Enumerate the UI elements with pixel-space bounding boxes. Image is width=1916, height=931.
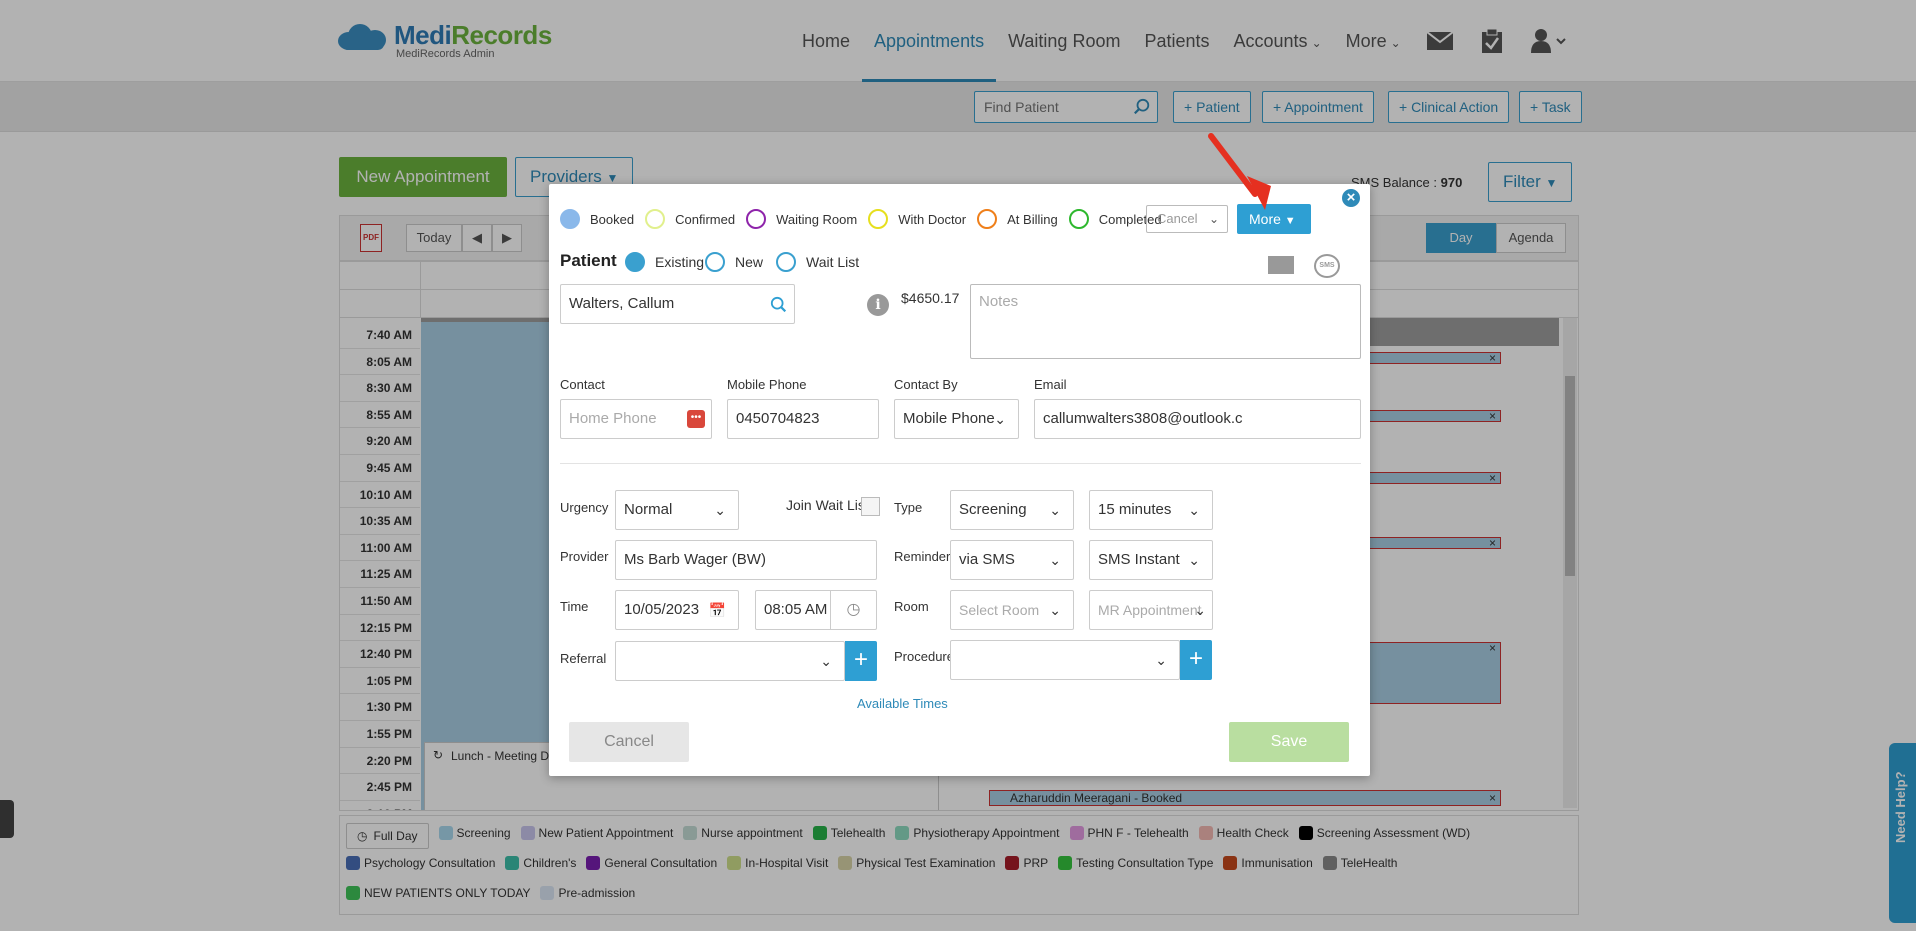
patient-type-wait-list[interactable]: Wait List xyxy=(776,252,859,272)
provider-field[interactable]: Ms Barb Wager (BW) xyxy=(615,540,877,580)
time-label: Time xyxy=(560,599,589,614)
contact-by-value: Mobile Phone xyxy=(903,410,995,427)
radio-label: New xyxy=(735,254,764,270)
join-wait-list-label: Join Wait List xyxy=(786,497,869,513)
patient-search-field[interactable]: Walters, Callum xyxy=(560,284,795,324)
status-label: With Doctor xyxy=(898,211,967,227)
home-phone-placeholder: Home Phone xyxy=(569,410,657,427)
status-booked[interactable]: Booked xyxy=(560,209,634,229)
status-label: Booked xyxy=(590,211,635,227)
save-button[interactable]: Save xyxy=(1229,722,1349,762)
status-waiting-room[interactable]: Waiting Room xyxy=(746,209,857,229)
room-label: Room xyxy=(894,599,929,614)
clock-icon[interactable]: ◷ xyxy=(830,591,876,629)
status-radio[interactable] xyxy=(560,209,580,229)
room-type-value: MR Appointment xyxy=(1098,602,1202,618)
date-field[interactable]: 10/05/2023 📅 xyxy=(615,590,739,630)
mobile-phone-label: Mobile Phone xyxy=(727,377,807,392)
chevron-down-icon: ⌄ xyxy=(1155,652,1167,668)
room-type-select[interactable]: MR Appointment ⌄ xyxy=(1089,590,1213,630)
date-value: 10/05/2023 xyxy=(624,601,700,618)
email-field[interactable]: callumwalters3808@outlook.c xyxy=(1034,399,1361,439)
red-arrow-annotation xyxy=(1208,133,1271,210)
join-wait-list-checkbox[interactable] xyxy=(861,497,880,516)
available-times-link[interactable]: Available Times xyxy=(857,696,948,711)
sms-icon[interactable]: SMS xyxy=(1314,254,1340,278)
radio-button[interactable] xyxy=(776,252,796,272)
chevron-down-icon: ▼ xyxy=(1284,215,1296,227)
chevron-down-icon: ⌄ xyxy=(820,653,832,669)
info-icon[interactable]: i xyxy=(867,294,889,316)
type-select[interactable]: Screening ⌄ xyxy=(950,490,1074,530)
status-radio[interactable] xyxy=(645,209,666,229)
reminder-label: Reminder xyxy=(894,549,951,564)
type-label: Type xyxy=(894,500,923,515)
mobile-phone-field[interactable]: 0450704823 xyxy=(727,399,879,439)
room-select[interactable]: Select Room ⌄ xyxy=(950,590,1074,630)
home-phone-field[interactable]: Home Phone ••• xyxy=(560,399,712,439)
radio-button[interactable] xyxy=(625,252,645,272)
urgency-label: Urgency xyxy=(560,500,609,515)
urgency-select[interactable]: Normal ⌄ xyxy=(615,490,739,530)
provider-label: Provider xyxy=(560,549,609,564)
chevron-down-icon: ⌄ xyxy=(1049,602,1061,618)
add-procedure-button[interactable]: + xyxy=(1180,640,1212,680)
email-icon[interactable] xyxy=(1268,256,1294,274)
status-label: Waiting Room xyxy=(776,211,858,227)
chevron-down-icon: ⌄ xyxy=(994,411,1006,427)
email-label: Email xyxy=(1034,377,1067,392)
patient-label: Patient xyxy=(560,251,617,270)
cancel-status-value: Cancel xyxy=(1157,211,1198,226)
procedure-select[interactable]: ⌄ xyxy=(950,640,1180,680)
status-radio[interactable] xyxy=(977,209,998,229)
procedure-label: Procedure xyxy=(894,649,954,664)
chevron-down-icon: ⌄ xyxy=(1049,552,1061,568)
reminder-select[interactable]: via SMS ⌄ xyxy=(950,540,1074,580)
status-label: Confirmed xyxy=(675,211,736,227)
phone-type-icon[interactable]: ••• xyxy=(687,410,705,428)
duration-value: 15 minutes xyxy=(1098,501,1172,518)
contact-by-select[interactable]: Mobile Phone ⌄ xyxy=(894,399,1019,439)
chevron-down-icon: ⌄ xyxy=(1188,552,1200,568)
patient-type-existing[interactable]: Existing xyxy=(625,252,704,272)
appointment-modal: Booked Confirmed Waiting Room With Doctor At… xyxy=(549,184,1370,776)
patient-balance: $4650.17 xyxy=(901,290,960,306)
type-value: Screening xyxy=(959,501,1027,518)
duration-select[interactable]: 15 minutes ⌄ xyxy=(1089,490,1213,530)
time-value: 08:05 AM xyxy=(764,601,828,618)
status-label: At Billing xyxy=(1007,211,1058,227)
status-at-billing[interactable]: At Billing xyxy=(977,209,1058,229)
radio-label: Existing xyxy=(655,254,705,270)
close-modal-icon[interactable]: × xyxy=(1340,187,1362,209)
reminder-mode-select[interactable]: SMS Instant ⌄ xyxy=(1089,540,1213,580)
search-icon[interactable] xyxy=(770,296,788,314)
status-row: Booked Confirmed Waiting Room With Doctor At… xyxy=(560,209,1173,229)
patient-name-value: Walters, Callum xyxy=(569,295,675,312)
status-radio[interactable] xyxy=(868,209,889,229)
time-field[interactable]: 08:05 AM ◷ xyxy=(755,590,877,630)
contact-label: Contact xyxy=(560,377,605,392)
calendar-icon[interactable]: 📅 xyxy=(709,591,726,629)
urgency-value: Normal xyxy=(624,501,673,518)
notes-textarea[interactable]: Notes xyxy=(970,284,1361,359)
contact-by-label: Contact By xyxy=(894,377,958,392)
referral-label: Referral xyxy=(560,651,607,666)
add-referral-button[interactable]: + xyxy=(845,641,877,681)
chevron-down-icon: ⌄ xyxy=(1188,502,1200,518)
room-placeholder: Select Room xyxy=(959,602,1040,618)
chevron-down-icon: ⌄ xyxy=(1049,502,1061,518)
cancel-button[interactable]: Cancel xyxy=(569,722,689,762)
status-radio[interactable] xyxy=(746,209,767,229)
status-radio[interactable] xyxy=(1068,209,1089,229)
status-confirmed[interactable]: Confirmed xyxy=(645,209,735,229)
radio-label: Wait List xyxy=(806,254,860,270)
radio-button[interactable] xyxy=(705,252,725,272)
reminder-mode-value: SMS Instant xyxy=(1098,551,1180,568)
referral-select[interactable]: ⌄ xyxy=(615,641,845,681)
chevron-down-icon: ⌄ xyxy=(1194,602,1206,618)
reminder-value: via SMS xyxy=(959,551,1015,568)
chevron-down-icon: ⌄ xyxy=(714,502,726,518)
patient-type-new[interactable]: New xyxy=(705,252,763,272)
status-with-doctor[interactable]: With Doctor xyxy=(868,209,966,229)
